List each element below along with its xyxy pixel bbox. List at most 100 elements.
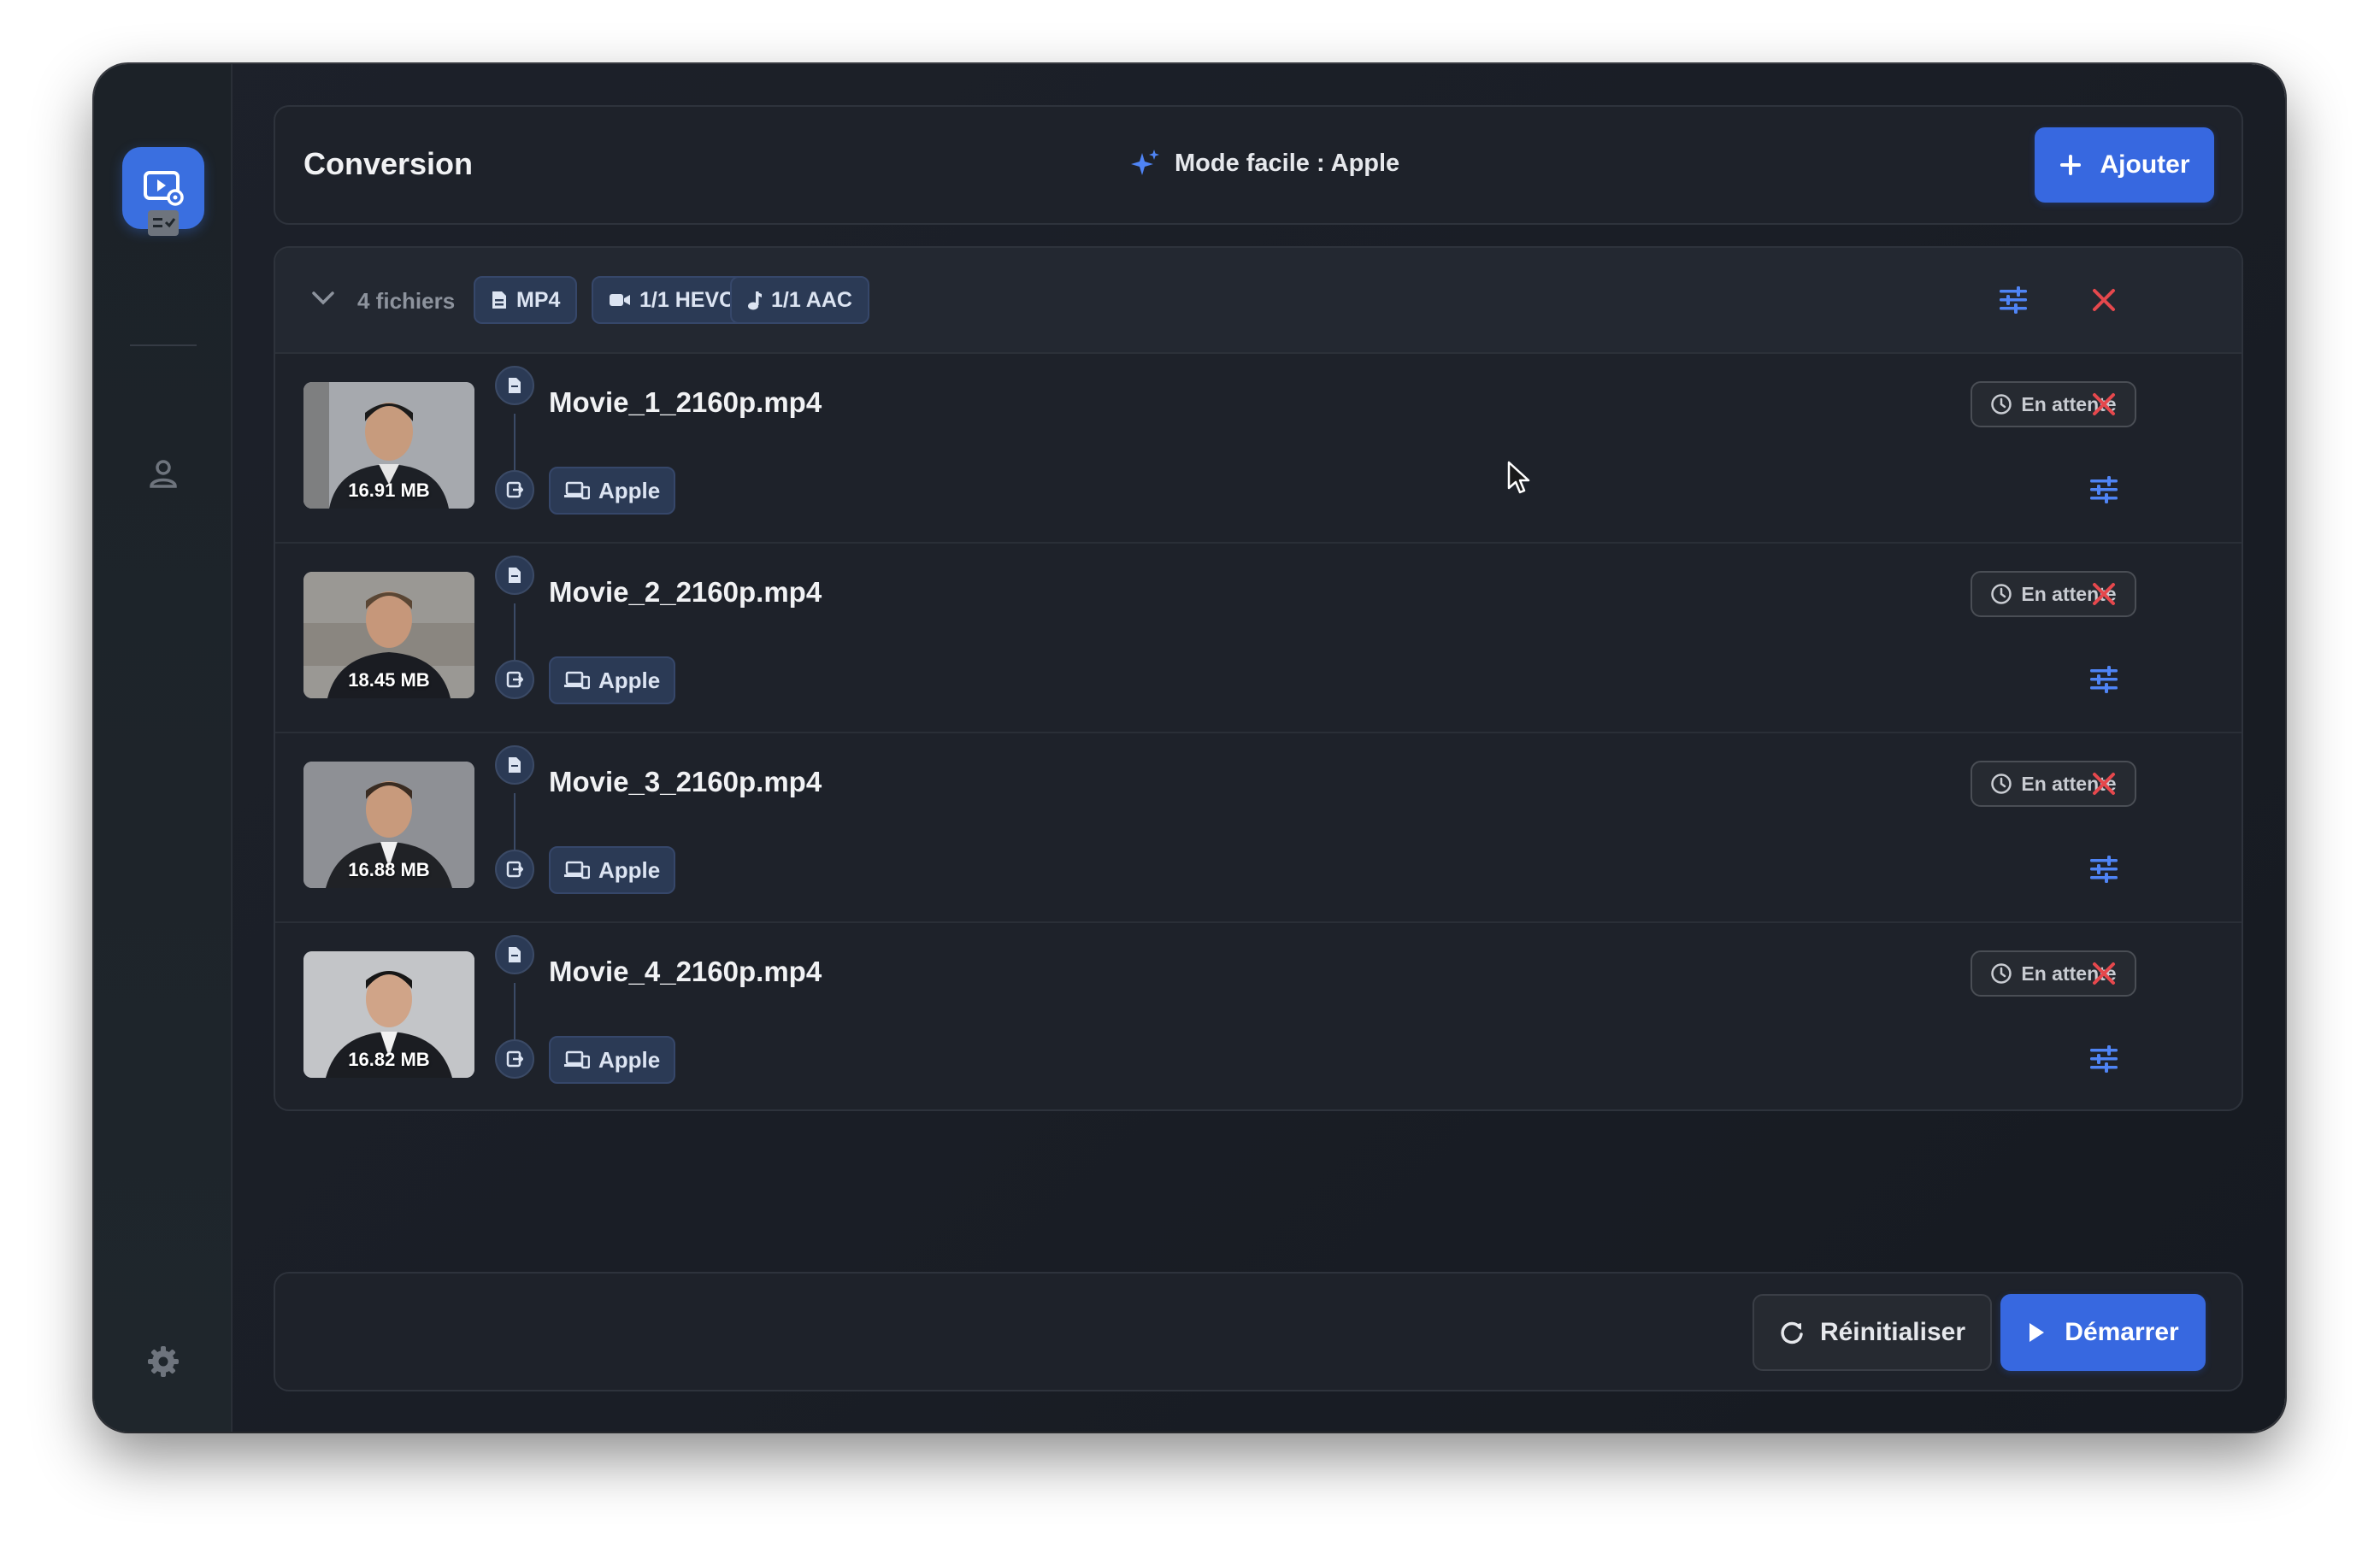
output-preset-label: Apple	[598, 1046, 661, 1073]
gear-icon	[148, 1346, 179, 1377]
sliders-icon	[2090, 1045, 2118, 1073]
file-name: Movie_1_2160p.mp4	[549, 386, 822, 418]
clock-icon	[1991, 584, 2012, 604]
close-icon	[2093, 773, 2115, 795]
output-preset[interactable]: Apple	[549, 846, 676, 894]
file-row[interactable]: 16.91 MB Movie_1_2160p.mp4 Apple En atte…	[275, 354, 2242, 544]
app-window: Conversion Mode facile : Apple Ajouter 4	[94, 64, 2285, 1432]
file-icon	[509, 568, 521, 583]
sparkle-icon	[1131, 150, 1159, 175]
add-button[interactable]: Ajouter	[2035, 127, 2214, 203]
remove-file-button[interactable]	[2082, 383, 2125, 426]
file-size: 18.45 MB	[348, 669, 430, 691]
file-settings-button[interactable]	[2082, 848, 2125, 891]
timeline-connector	[514, 414, 515, 470]
file-count: 4 fichiers	[357, 288, 456, 314]
file-row[interactable]: 18.45 MB Movie_2_2160p.mp4 Apple En atte…	[275, 544, 2242, 733]
export-icon	[506, 1050, 523, 1068]
file-icon	[492, 291, 506, 309]
devices-icon	[564, 671, 590, 690]
format-chip-label: MP4	[516, 287, 561, 312]
cursor-arrow-icon	[1507, 461, 1530, 494]
reset-button[interactable]: Réinitialiser	[1753, 1294, 1992, 1371]
group-settings-button[interactable]	[1992, 279, 2035, 321]
timeline-connector	[514, 793, 515, 850]
audio-codec-chip-label: 1/1 AAC	[771, 287, 852, 312]
clock-icon	[1991, 963, 2012, 984]
file-row[interactable]: 16.88 MB Movie_3_2160p.mp4 Apple En atte…	[275, 733, 2242, 923]
close-icon	[2093, 289, 2115, 311]
file-name: Movie_2_2160p.mp4	[549, 576, 822, 608]
sidebar-separator	[130, 344, 197, 346]
file-icon	[509, 757, 521, 773]
sidebar-item-tasks[interactable]	[122, 182, 204, 264]
timeline-connector	[514, 983, 515, 1039]
export-icon	[506, 671, 523, 688]
file-group-header: 4 fichiers MP4 1/1 HEVC 1/1 AAC	[275, 248, 2242, 354]
close-icon	[2093, 962, 2115, 985]
export-icon	[506, 481, 523, 498]
file-settings-button[interactable]	[2082, 1038, 2125, 1080]
devices-icon	[564, 481, 590, 500]
sidebar	[94, 64, 233, 1432]
chevron-down-icon	[312, 291, 334, 305]
file-icon	[509, 378, 521, 393]
start-button[interactable]: Démarrer	[2000, 1294, 2206, 1371]
sidebar-item-account[interactable]	[122, 432, 204, 515]
output-marker	[495, 1039, 534, 1079]
output-preset-label: Apple	[598, 667, 661, 693]
source-marker	[495, 556, 534, 595]
start-button-label: Démarrer	[2065, 1318, 2179, 1346]
file-size: 16.88 MB	[348, 859, 430, 880]
remove-all-button[interactable]	[2082, 279, 2125, 321]
sliders-icon	[2090, 666, 2118, 693]
video-codec-chip[interactable]: 1/1 HEVC	[592, 276, 752, 324]
output-preset[interactable]: Apple	[549, 1036, 676, 1084]
audio-codec-chip[interactable]: 1/1 AAC	[730, 276, 869, 324]
close-icon	[2093, 583, 2115, 605]
remove-file-button[interactable]	[2082, 573, 2125, 615]
timeline-connector	[514, 603, 515, 660]
plus-icon	[2059, 155, 2081, 175]
file-settings-button[interactable]	[2082, 658, 2125, 701]
output-preset[interactable]: Apple	[549, 467, 676, 515]
file-size: 16.91 MB	[348, 479, 430, 501]
devices-icon	[564, 1050, 590, 1069]
output-preset-label: Apple	[598, 477, 661, 503]
video-thumbnail: 16.82 MB	[303, 951, 474, 1078]
output-preset[interactable]: Apple	[549, 656, 676, 704]
video-thumbnail: 16.88 MB	[303, 762, 474, 888]
close-icon	[2093, 393, 2115, 415]
file-settings-button[interactable]	[2082, 468, 2125, 511]
easy-mode-indicator[interactable]: Mode facile : Apple	[1130, 148, 1399, 179]
music-note-icon	[748, 291, 762, 310]
video-codec-chip-label: 1/1 HEVC	[639, 287, 735, 312]
sidebar-item-settings[interactable]	[122, 1321, 204, 1403]
export-icon	[506, 861, 523, 878]
file-list: 4 fichiers MP4 1/1 HEVC 1/1 AAC 16.91 MB…	[274, 246, 2243, 1111]
source-marker	[495, 366, 534, 405]
page-title: Conversion	[303, 146, 474, 181]
source-marker	[495, 745, 534, 785]
remove-file-button[interactable]	[2082, 952, 2125, 995]
output-marker	[495, 660, 534, 699]
file-size: 16.82 MB	[348, 1049, 430, 1070]
file-row[interactable]: 16.82 MB Movie_4_2160p.mp4 Apple En atte…	[275, 923, 2242, 1109]
clock-icon	[1991, 774, 2012, 794]
header-bar: Conversion Mode facile : Apple Ajouter	[274, 105, 2243, 225]
remove-file-button[interactable]	[2082, 762, 2125, 805]
video-thumbnail: 16.91 MB	[303, 382, 474, 509]
collapse-toggle[interactable]	[311, 291, 335, 306]
reset-button-label: Réinitialiser	[1819, 1318, 1966, 1346]
clock-icon	[1991, 394, 2012, 415]
source-marker	[495, 935, 534, 974]
play-icon	[2029, 1323, 2045, 1342]
output-marker	[495, 850, 534, 889]
devices-icon	[564, 861, 590, 880]
output-marker	[495, 470, 534, 509]
format-chip[interactable]: MP4	[474, 276, 578, 324]
sliders-icon	[2000, 286, 2027, 314]
file-name: Movie_3_2160p.mp4	[549, 766, 822, 797]
output-preset-label: Apple	[598, 856, 661, 883]
video-camera-icon	[610, 294, 630, 306]
